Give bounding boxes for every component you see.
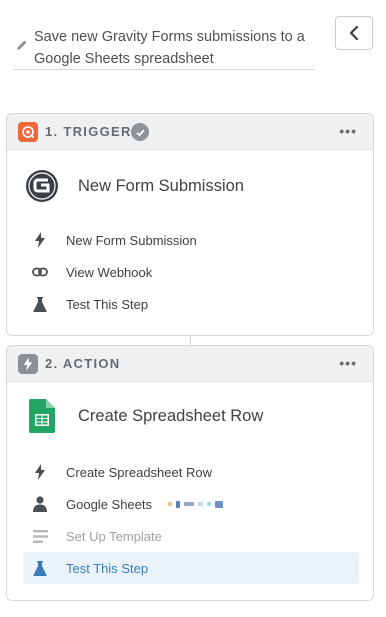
action-item-account[interactable]: Google Sheets [23, 488, 359, 520]
trigger-app-row[interactable]: New Form Submission [25, 166, 244, 206]
more-options-icon[interactable]: ••• [339, 355, 357, 371]
action-step-card[interactable]: 2. ACTION ••• Create Spreadsheet Row Cre… [6, 345, 374, 601]
redacted-account-name [168, 500, 224, 508]
trigger-app-title: New Form Submission [78, 176, 244, 195]
trigger-step-header[interactable]: 1. TRIGGER ••• [7, 114, 373, 150]
action-item-label: Set Up Template [66, 528, 162, 544]
trigger-item-label: New Form Submission [66, 232, 197, 248]
chevron-left-icon [349, 25, 359, 41]
step-connector [190, 336, 191, 345]
bolt-icon [31, 463, 49, 481]
action-app-title: Create Spreadsheet Row [78, 406, 264, 425]
collapse-button[interactable] [335, 16, 373, 50]
action-item-label: Test This Step [66, 560, 149, 576]
zap-title-field[interactable]: Save new Gravity Forms submissions to a … [14, 24, 314, 70]
user-icon [31, 495, 49, 513]
bolt-icon [31, 231, 49, 249]
template-icon [31, 527, 49, 545]
action-step-header[interactable]: 2. ACTION ••• [7, 346, 373, 382]
flask-icon [31, 295, 49, 313]
bolt-icon [18, 354, 38, 374]
check-circle-icon [131, 123, 149, 141]
link-icon [31, 263, 49, 281]
action-app-row[interactable]: Create Spreadsheet Row [25, 396, 263, 436]
action-item-template[interactable]: Set Up Template [23, 520, 359, 552]
flask-icon [31, 559, 49, 577]
action-item-label: Google Sheets [66, 496, 153, 512]
pencil-icon [17, 40, 27, 50]
gravity-forms-icon [25, 169, 59, 203]
action-item-test[interactable]: Test This Step [23, 552, 359, 584]
trigger-step-label: 1. TRIGGER [45, 124, 132, 139]
trigger-item-test[interactable]: Test This Step [23, 288, 359, 320]
action-step-label: 2. ACTION [45, 356, 121, 371]
trigger-item-event[interactable]: New Form Submission [23, 224, 359, 256]
action-item-event[interactable]: Create Spreadsheet Row [23, 456, 359, 488]
trigger-item-label: View Webhook [66, 264, 153, 280]
google-sheets-icon [25, 399, 59, 433]
trigger-item-label: Test This Step [66, 296, 149, 312]
zap-title: Save new Gravity Forms submissions to a … [34, 29, 305, 67]
trigger-step-card[interactable]: 1. TRIGGER ••• New Form Submission New F… [6, 113, 374, 336]
webhook-icon [18, 122, 38, 142]
trigger-item-webhook[interactable]: View Webhook [23, 256, 359, 288]
action-item-label: Create Spreadsheet Row [66, 464, 212, 480]
more-options-icon[interactable]: ••• [339, 123, 357, 139]
